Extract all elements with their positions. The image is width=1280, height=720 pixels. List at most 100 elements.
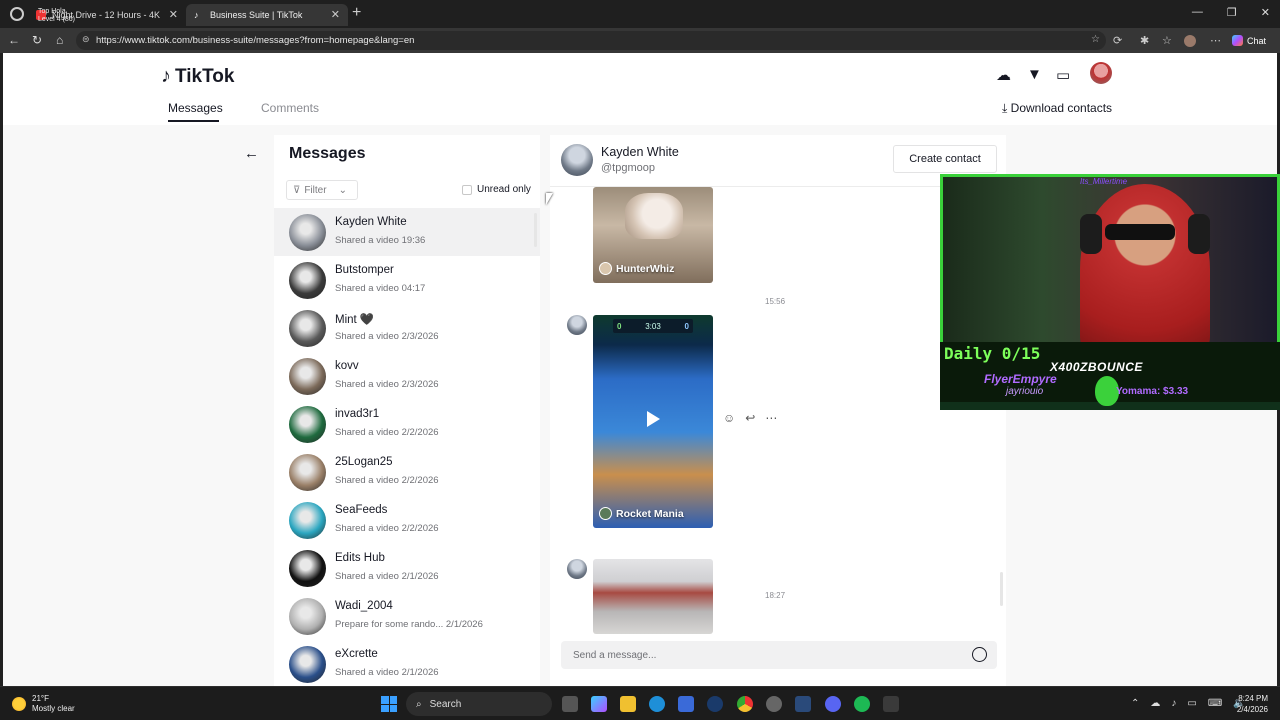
- conversation-avatar: [289, 454, 326, 491]
- upload-cloud-icon[interactable]: ☁: [996, 66, 1011, 84]
- url-field[interactable]: ⊜ https://www.tiktok.com/business-suite/…: [76, 31, 1106, 50]
- more-icon[interactable]: ⋯: [1210, 34, 1221, 47]
- profile-icon[interactable]: [10, 7, 24, 21]
- author-avatar: [599, 262, 612, 275]
- conversation-item[interactable]: Mint 🖤 Shared a video 2/3/2026: [274, 304, 540, 352]
- favorites-icon[interactable]: ☆: [1162, 34, 1172, 47]
- tiktok-logo[interactable]: ♪ TikTok: [161, 65, 234, 88]
- conversation-preview: Shared a video 2/3/2026: [335, 331, 439, 342]
- monitor-icon[interactable]: ▭: [1187, 698, 1196, 709]
- conversation-name: Wadi_2004: [335, 600, 393, 612]
- minimize-icon[interactable]: —: [1192, 6, 1203, 19]
- preview-text: Shared a video: [335, 331, 399, 342]
- conversation-preview: Prepare for some rando... 2/1/2026: [335, 619, 483, 630]
- windows-start-icon[interactable]: [381, 696, 397, 712]
- conversation-item[interactable]: Kayden White Shared a video 19:36: [274, 208, 540, 256]
- edge-icon[interactable]: [649, 696, 665, 712]
- contact-avatar[interactable]: [561, 144, 593, 176]
- shared-video-card[interactable]: [593, 559, 713, 634]
- filter-funnel-icon[interactable]: ▼: [1027, 66, 1042, 83]
- account-avatar[interactable]: [1090, 62, 1112, 84]
- overlay-top-tag: Its_Millertime: [1080, 177, 1128, 186]
- home-icon[interactable]: ⌂: [56, 33, 63, 47]
- favorite-star-icon[interactable]: ☆: [1091, 34, 1100, 45]
- preview-date: 2/2/2026: [401, 427, 439, 438]
- extension-icon[interactable]: ⟳: [1113, 34, 1122, 47]
- conversation-name: Edits Hub: [335, 552, 385, 564]
- conversation-item[interactable]: Wadi_2004 Prepare for some rando... 2/1/2…: [274, 592, 540, 640]
- new-tab-button[interactable]: +: [352, 4, 361, 22]
- conversation-item[interactable]: 25Logan25 Shared a video 2/2/2026: [274, 448, 540, 496]
- chrome-icon[interactable]: [737, 696, 753, 712]
- video-thumbnail: [625, 193, 683, 239]
- conversation-name: 25Logan25: [335, 456, 393, 468]
- conversation-avatar: [289, 550, 326, 587]
- tab-business-suite[interactable]: ♪ Business Suite | TikTok ✕: [186, 4, 348, 26]
- cloud-icon[interactable]: ☁: [1150, 698, 1160, 709]
- restore-icon[interactable]: ❐: [1227, 6, 1237, 19]
- conversation-avatar: [289, 214, 326, 251]
- message-timestamp: 15:56: [765, 297, 786, 306]
- download-contacts-button[interactable]: ⤓ Download contacts: [1002, 101, 1112, 116]
- checkbox-box[interactable]: [462, 184, 472, 195]
- close-tab-icon[interactable]: ✕: [331, 8, 340, 21]
- xbox-icon[interactable]: [883, 696, 899, 712]
- message-icon[interactable]: ▭: [1056, 66, 1070, 84]
- copilot-chat-button[interactable]: Chat: [1226, 32, 1272, 49]
- reply-icon[interactable]: ↩: [745, 411, 755, 425]
- system-clock[interactable]: 8:24 PM 2/4/2026: [1230, 693, 1268, 715]
- store-icon[interactable]: [678, 696, 694, 712]
- browser-tab-bar: Night Drive - 12 Hours - 4K ✕ Top Hola L…: [0, 0, 1280, 28]
- network-icon[interactable]: ⌨: [1208, 698, 1222, 709]
- preview-text: Shared a video: [335, 571, 399, 582]
- download-label: Download contacts: [1010, 101, 1113, 115]
- sender-avatar: [567, 315, 587, 335]
- search-label: Search: [429, 698, 462, 710]
- tab-messages[interactable]: Messages: [168, 101, 223, 115]
- more-options-icon[interactable]: ⋯: [765, 411, 777, 425]
- chat-scrollbar[interactable]: [1000, 572, 1003, 606]
- taskbar-search[interactable]: ⌕ Search: [406, 692, 552, 716]
- conversation-item[interactable]: eXcrette Shared a video 2/1/2026: [274, 640, 540, 686]
- conversation-avatar: [289, 598, 326, 635]
- chat-label: Chat: [1246, 35, 1266, 46]
- filter-dropdown[interactable]: ⊽ Filter ⌄: [286, 180, 358, 200]
- weather-widget[interactable]: 21°F Mostly clear: [12, 694, 75, 714]
- app-icon[interactable]: [766, 696, 782, 712]
- discord-icon[interactable]: [825, 696, 841, 712]
- react-emoji-icon[interactable]: ☺: [723, 411, 735, 425]
- mic-icon[interactable]: ♪: [1171, 698, 1176, 709]
- reload-icon[interactable]: ↻: [32, 33, 42, 47]
- close-tab-icon[interactable]: ✕: [169, 8, 178, 21]
- list-scrollbar[interactable]: [534, 213, 537, 247]
- conversation-item[interactable]: kovv Shared a video 2/3/2026: [274, 352, 540, 400]
- conversation-item[interactable]: invad3r1 Shared a video 2/2/2026: [274, 400, 540, 448]
- conversation-item[interactable]: Butstomper Shared a video 04:17: [274, 256, 540, 304]
- steam-icon[interactable]: [707, 696, 723, 712]
- extension-icon[interactable]: ✱: [1140, 34, 1149, 47]
- conversation-item[interactable]: SeaFeeds Shared a video 2/2/2026: [274, 496, 540, 544]
- score-left: 0: [617, 321, 622, 331]
- steam-icon[interactable]: [795, 696, 811, 712]
- emoji-icon[interactable]: [972, 647, 987, 662]
- contact-name: Kayden White: [601, 145, 679, 159]
- tab-comments[interactable]: Comments: [261, 101, 319, 115]
- profile-avatar-icon[interactable]: [1184, 35, 1196, 47]
- create-contact-button[interactable]: Create contact: [893, 145, 997, 173]
- task-view-icon[interactable]: [562, 696, 578, 712]
- unread-only-checkbox[interactable]: Unread only: [462, 184, 531, 195]
- conversation-preview: Shared a video 2/3/2026: [335, 379, 439, 390]
- file-explorer-icon[interactable]: [620, 696, 636, 712]
- play-icon[interactable]: [647, 411, 660, 427]
- conversation-item[interactable]: Edits Hub Shared a video 2/1/2026: [274, 544, 540, 592]
- site-info-icon[interactable]: ⊜: [82, 34, 90, 45]
- copilot-icon[interactable]: [591, 696, 607, 712]
- spotify-icon[interactable]: [854, 696, 870, 712]
- shared-video-card[interactable]: HunterWhiz: [593, 187, 713, 283]
- shared-video-card[interactable]: 0 3:03 0 Rocket Mania: [593, 315, 713, 528]
- back-icon[interactable]: ←: [8, 33, 20, 47]
- close-window-icon[interactable]: ✕: [1261, 6, 1270, 19]
- message-input[interactable]: Send a message...: [561, 641, 997, 669]
- chevron-up-icon[interactable]: ⌃: [1131, 698, 1139, 709]
- back-arrow-icon[interactable]: ←: [244, 145, 259, 162]
